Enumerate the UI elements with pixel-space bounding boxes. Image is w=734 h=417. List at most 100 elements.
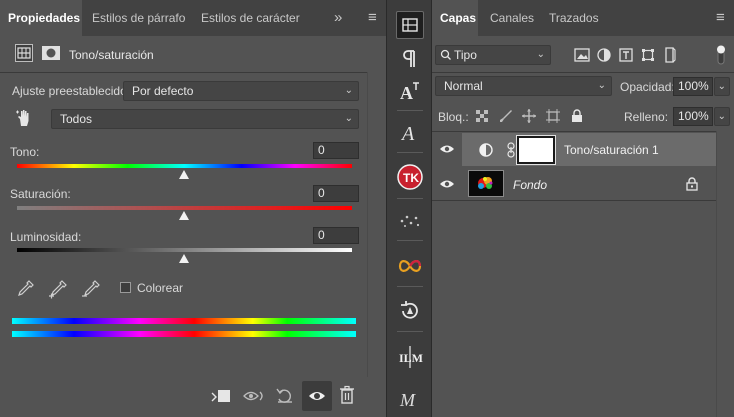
tab-character-styles[interactable]: Estilos de carácter [193, 0, 308, 36]
view-previous-state-icon[interactable] [242, 386, 266, 406]
eyedropper-icon[interactable] [14, 278, 36, 300]
trash-icon[interactable] [338, 385, 356, 405]
tab-properties[interactable]: Propiedades [0, 0, 82, 36]
character-icon[interactable]: A [396, 77, 424, 105]
input-color-bar [12, 318, 356, 324]
layer-name[interactable]: Tono/saturación 1 [564, 143, 659, 157]
saturation-slider-thumb[interactable] [179, 211, 189, 220]
saturation-label: Saturación: [10, 187, 71, 201]
divider [432, 72, 734, 73]
targeted-adjustment-hand-icon[interactable] [14, 108, 34, 128]
adjustment-grid-icon[interactable] [15, 44, 33, 62]
divider [432, 131, 734, 132]
divider [397, 286, 423, 287]
filter-toggle-switch[interactable] [712, 44, 730, 66]
lock-position-icon[interactable] [520, 106, 538, 126]
divider [397, 198, 423, 199]
lock-icon [686, 177, 698, 191]
properties-panel: Propiedades Estilos de párrafo Estilos d… [0, 0, 386, 417]
lightness-slider-track[interactable] [17, 248, 352, 252]
chevron-down-icon: ⌄ [536, 49, 545, 60]
tab-paths[interactable]: Trazados [541, 0, 607, 36]
filter-type-icon[interactable] [616, 44, 636, 66]
opacity-dropdown-button[interactable]: ⌄ [714, 77, 730, 96]
layer-mask-thumbnail[interactable] [516, 135, 556, 165]
output-color-bar [12, 331, 356, 337]
history-plugin-icon[interactable] [396, 297, 424, 325]
lock-all-icon[interactable] [569, 106, 585, 126]
lock-transparent-pixels-icon[interactable] [474, 106, 490, 126]
layers-tab-bar: Capas Canales Trazados ≡ [432, 0, 734, 36]
tab-paragraph-styles[interactable]: Estilos de párrafo [84, 0, 193, 36]
background-thumbnail[interactable] [468, 170, 504, 197]
lock-artboard-icon[interactable] [544, 106, 562, 126]
preset-dropdown[interactable]: Por defecto ⌄ [123, 81, 359, 101]
scatter-plugin-icon[interactable] [396, 206, 424, 234]
lightness-input[interactable]: 0 [313, 227, 359, 244]
eyedropper-subtract-icon[interactable] [80, 278, 102, 300]
lightness-slider-thumb[interactable] [179, 254, 189, 263]
layer-row[interactable]: Tono/saturación 1 [432, 133, 734, 166]
collapse-panel-button[interactable]: » [326, 0, 350, 36]
m-script-plugin-icon[interactable]: M [396, 385, 424, 413]
blend-mode-dropdown[interactable]: Normal ⌄ [435, 76, 612, 96]
tk-plugin-icon[interactable]: TK [396, 163, 424, 191]
filter-smart-object-icon[interactable] [660, 44, 680, 66]
glyphs-icon[interactable]: A [396, 118, 424, 146]
opacity-input[interactable]: 100% [673, 77, 713, 96]
svg-text:A: A [400, 123, 415, 144]
filter-kind-dropdown[interactable]: Tipo ⌄ [435, 45, 551, 65]
infinity-plugin-icon[interactable] [396, 252, 424, 280]
divider [397, 110, 423, 111]
filter-shape-icon[interactable] [638, 44, 658, 66]
divider [397, 240, 423, 241]
svg-text:A: A [400, 83, 413, 103]
layers-menu-button[interactable]: ≡ [708, 0, 733, 36]
layer-mask-icon[interactable] [41, 45, 61, 61]
hue-input[interactable]: 0 [313, 142, 359, 159]
saturation-slider-track[interactable] [17, 206, 352, 210]
hue-label: Tono: [10, 145, 40, 159]
channel-value: Todos [60, 112, 93, 126]
eye-icon[interactable] [439, 143, 455, 158]
divider [397, 331, 423, 332]
colorize-checkbox[interactable] [120, 282, 131, 293]
properties-scrollbar[interactable] [367, 72, 386, 377]
clip-to-layer-icon[interactable] [210, 386, 232, 406]
hue-slider-thumb[interactable] [179, 170, 189, 179]
channel-dropdown[interactable]: Todos ⌄ [51, 109, 359, 129]
colorize-label: Colorear [137, 281, 184, 295]
layers-panel: Capas Canales Trazados ≡ Tipo ⌄ Normal ⌄… [432, 0, 734, 417]
tab-layers[interactable]: Capas [432, 0, 478, 36]
filter-pixel-icon[interactable] [572, 44, 592, 66]
svg-text:M: M [399, 390, 416, 410]
layer-row[interactable]: Fondo [432, 167, 734, 200]
preset-label: Ajuste preestablecido: [12, 84, 131, 98]
layers-scrollbar[interactable] [716, 131, 734, 417]
blend-mode-value: Normal [444, 79, 483, 93]
properties-panel-icon[interactable] [396, 11, 424, 39]
fill-label: Relleno: [624, 110, 669, 124]
paragraph-icon[interactable] [396, 45, 424, 73]
ilm-plugin-icon[interactable]: ILM [396, 343, 424, 371]
properties-menu-button[interactable]: ≡ [360, 0, 385, 36]
toggle-visibility-button[interactable] [302, 381, 332, 411]
eye-icon [309, 392, 325, 400]
fill-input[interactable]: 100% [673, 107, 713, 126]
lightness-label: Luminosidad: [10, 230, 82, 244]
filter-adjustment-icon[interactable] [594, 44, 614, 66]
chevron-down-icon: ⌄ [597, 80, 606, 91]
lock-image-pixels-icon[interactable] [498, 106, 514, 126]
chain-link-icon[interactable] [506, 142, 516, 158]
adjustment-layer-icon [478, 142, 494, 158]
eye-icon[interactable] [439, 178, 455, 193]
reset-icon[interactable] [274, 386, 296, 406]
fill-dropdown-button[interactable]: ⌄ [714, 107, 730, 126]
svg-text:TK: TK [403, 171, 419, 185]
tab-channels[interactable]: Canales [482, 0, 542, 36]
hue-slider-track[interactable] [17, 164, 352, 168]
lock-label: Bloq.: [438, 110, 469, 124]
saturation-input[interactable]: 0 [313, 185, 359, 202]
layer-name[interactable]: Fondo [513, 178, 547, 192]
eyedropper-add-icon[interactable] [47, 278, 69, 300]
